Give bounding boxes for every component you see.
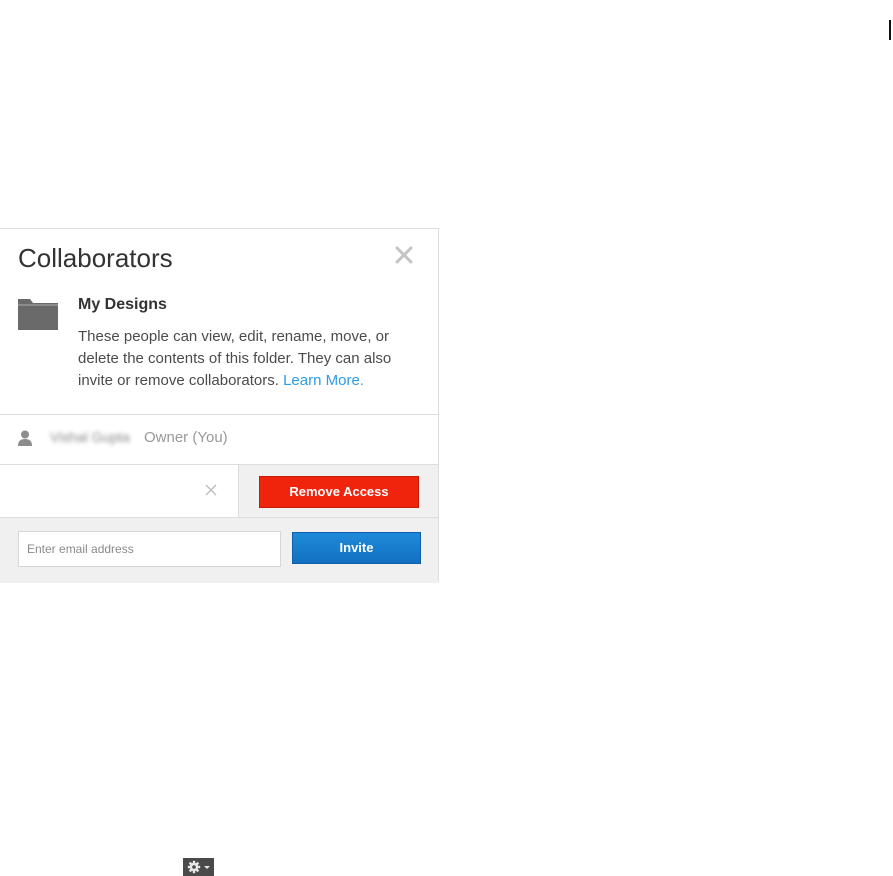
collaborators-dialog: Collaborators My Designs These people ca… xyxy=(0,228,439,583)
folder-description: These people can view, edit, rename, mov… xyxy=(78,326,398,392)
collaborator-entry xyxy=(0,465,239,517)
gear-icon xyxy=(187,860,210,874)
folder-icon xyxy=(18,297,60,331)
gear-menu-button[interactable] xyxy=(183,858,214,876)
dialog-title: Collaborators xyxy=(18,243,173,273)
remove-access-button[interactable]: Remove Access xyxy=(259,476,419,508)
close-icon xyxy=(205,484,217,496)
remove-access-panel: Remove Access xyxy=(239,465,438,517)
owner-role: Owner (You) xyxy=(144,429,228,446)
folder-name: My Designs xyxy=(78,296,167,313)
close-button[interactable] xyxy=(392,243,416,267)
person-icon xyxy=(18,430,32,446)
invite-row: Invite xyxy=(0,518,438,583)
page: Collaborators My Designs These people ca… xyxy=(0,0,893,876)
invite-button[interactable]: Invite xyxy=(292,532,421,564)
window-edge-marker xyxy=(889,20,891,40)
dialog-header: Collaborators My Designs These people ca… xyxy=(0,229,438,415)
owner-name: Vishal Gupta xyxy=(50,429,130,445)
learn-more-link[interactable]: Learn More. xyxy=(283,372,364,389)
email-input[interactable] xyxy=(18,531,281,567)
owner-row: Vishal Gupta Owner (You) xyxy=(0,415,438,464)
close-icon xyxy=(395,246,413,264)
collaborator-row: Remove Access xyxy=(0,465,438,517)
cancel-remove-button[interactable] xyxy=(204,483,218,497)
